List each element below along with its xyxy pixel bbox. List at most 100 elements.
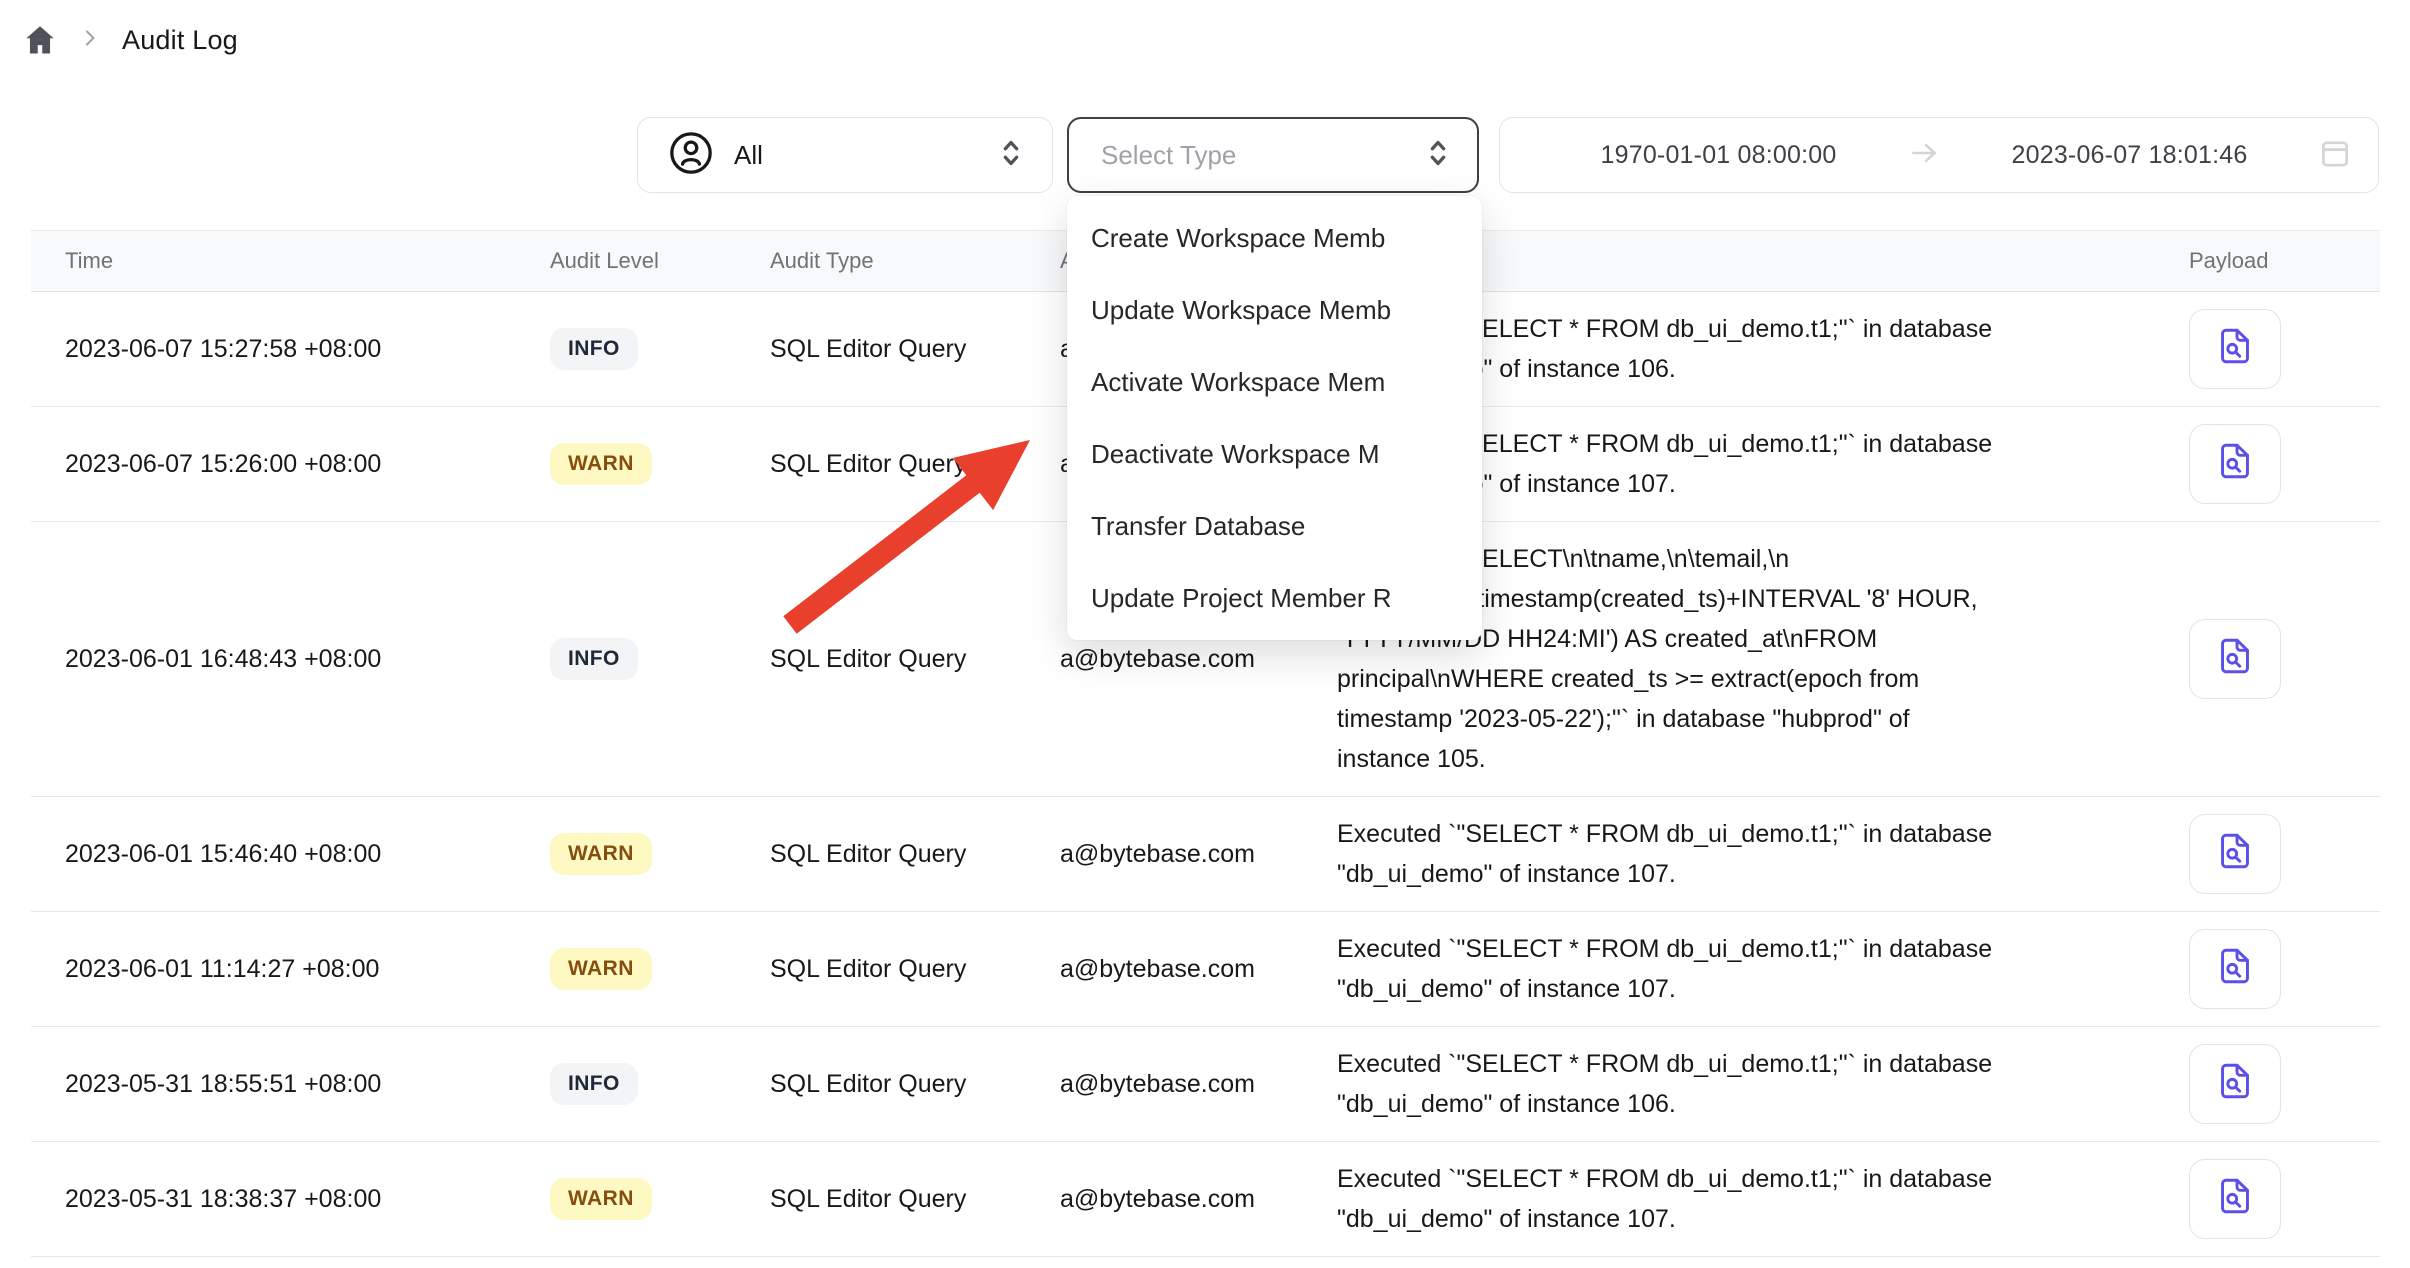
comment-line: "db_ui_demo" of instance 107. [1337,1199,2118,1239]
calendar-icon [2318,136,2352,175]
cell-actor: a@bytebase.com [1060,955,1337,984]
comment-line: Executed `"SELECT * FROM db_ui_demo.t1;"… [1337,929,2118,969]
payload-button[interactable] [2189,814,2281,894]
cell-actor: a@bytebase.com [1060,645,1337,674]
cell-audit-type: SQL Editor Query [770,840,1060,869]
file-search-icon [2213,943,2257,996]
type-option[interactable]: Transfer Database [1067,490,1482,562]
cell-actor: a@bytebase.com [1060,1070,1337,1099]
cell-audit-level: INFO [550,328,770,370]
chevron-right-icon [78,26,102,55]
cell-audit-type: SQL Editor Query [770,335,1060,364]
audit-level-badge: INFO [550,638,638,680]
file-search-icon [2213,633,2257,686]
comment-line: timestamp '2023-05-22');"` in database "… [1337,699,2118,739]
cell-comment: Executed `"SELECT * FROM db_ui_demo.t1;"… [1337,1027,2158,1141]
cell-payload [2158,929,2380,1009]
comment-line: Executed `"SELECT * FROM db_ui_demo.t1;"… [1337,1159,2118,1199]
type-option[interactable]: Deactivate Workspace M [1067,418,1482,490]
cell-audit-type: SQL Editor Query [770,1070,1060,1099]
col-header-level: Audit Level [550,248,770,274]
date-range-start[interactable]: 1970-01-01 08:00:00 [1530,141,1907,170]
cell-audit-type: SQL Editor Query [770,955,1060,984]
cell-actor: a@bytebase.com [1060,840,1337,869]
cell-audit-level: WARN [550,1178,770,1220]
table-row: 2023-06-01 15:46:40 +08:00WARN SQL Editor… [31,797,2380,912]
col-header-payload: Payload [2158,248,2380,274]
cell-actor: a@bytebase.com [1060,1185,1337,1214]
cell-payload [2158,814,2380,894]
type-option[interactable]: Create Workspace Memb [1067,202,1482,274]
type-filter-placeholder: Select Type [1101,140,1236,171]
audit-level-badge: INFO [550,1063,638,1105]
cell-audit-level: WARN [550,833,770,875]
date-range-end[interactable]: 2023-06-07 18:01:46 [1941,141,2318,170]
audit-level-badge: WARN [550,948,652,990]
audit-level-badge: INFO [550,328,638,370]
audit-level-badge: WARN [550,833,652,875]
cell-audit-level: WARN [550,948,770,990]
arrow-right-icon [1907,136,1941,175]
comment-line: Executed `"SELECT * FROM db_ui_demo.t1;"… [1337,814,2118,854]
page-title: Audit Log [122,25,238,56]
cell-payload [2158,1044,2380,1124]
comment-line: "db_ui_demo" of instance 107. [1337,854,2118,894]
comment-line: instance 105. [1337,739,2118,779]
comment-line: Executed `"SELECT * FROM db_ui_demo.t1;"… [1337,1044,2118,1084]
comment-line: principal\nWHERE created_ts >= extract(e… [1337,659,2118,699]
file-search-icon [2213,1173,2257,1226]
payload-button[interactable] [2189,1044,2281,1124]
cell-audit-level: WARN [550,443,770,485]
cell-time: 2023-05-31 18:55:51 +08:00 [31,1070,550,1099]
cell-payload [2158,309,2380,389]
type-option[interactable]: Update Workspace Memb [1067,274,1482,346]
select-arrows-icon [994,133,1028,178]
cell-payload [2158,1159,2380,1239]
payload-button[interactable] [2189,619,2281,699]
comment-line: "db_ui_demo" of instance 106. [1337,1084,2118,1124]
table-row: 2023-05-31 18:38:37 +08:00WARN SQL Editor… [31,1142,2380,1257]
type-option[interactable]: Update Project Member R [1067,562,1482,634]
table-row: 2023-06-01 11:14:27 +08:00WARN SQL Editor… [31,912,2380,1027]
payload-button[interactable] [2189,929,2281,1009]
cell-payload [2158,619,2380,699]
audit-level-badge: WARN [550,1178,652,1220]
actor-filter-value: All [734,140,763,171]
select-arrows-icon [1421,133,1455,178]
cell-audit-level: INFO [550,1063,770,1105]
filter-bar: All Select Type 1970-01-01 08:00:00 [637,117,2379,193]
col-header-time: Time [31,248,550,274]
cell-time: 2023-05-31 18:38:37 +08:00 [31,1185,550,1214]
cell-time: 2023-06-01 16:48:43 +08:00 [31,645,550,674]
cell-audit-type: SQL Editor Query [770,450,1060,479]
breadcrumb: Audit Log [22,22,238,58]
audit-log-page: Audit Log All Select Type [0,0,2410,1268]
cell-time: 2023-06-07 15:27:58 +08:00 [31,335,550,364]
payload-button[interactable] [2189,424,2281,504]
cell-time: 2023-06-07 15:26:00 +08:00 [31,450,550,479]
cell-comment: Executed `"SELECT * FROM db_ui_demo.t1;"… [1337,797,2158,911]
comment-line: "db_ui_demo" of instance 107. [1337,969,2118,1009]
col-header-type: Audit Type [770,248,1060,274]
date-range-picker[interactable]: 1970-01-01 08:00:00 2023-06-07 18:01:46 [1499,117,2379,193]
type-filter-select[interactable]: Select Type [1067,117,1479,193]
payload-button[interactable] [2189,309,2281,389]
cell-audit-type: SQL Editor Query [770,1185,1060,1214]
file-search-icon [2213,828,2257,881]
cell-time: 2023-06-01 15:46:40 +08:00 [31,840,550,869]
type-option[interactable]: Activate Workspace Mem [1067,346,1482,418]
audit-level-badge: WARN [550,443,652,485]
cell-time: 2023-06-01 11:14:27 +08:00 [31,955,550,984]
file-search-icon [2213,438,2257,491]
cell-comment: Executed `"SELECT * FROM db_ui_demo.t1;"… [1337,912,2158,1026]
home-icon[interactable] [22,22,58,58]
cell-audit-type: SQL Editor Query [770,645,1060,674]
cell-payload [2158,424,2380,504]
file-search-icon [2213,1058,2257,1111]
payload-button[interactable] [2189,1159,2281,1239]
file-search-icon [2213,323,2257,376]
user-circle-icon [668,130,714,181]
cell-comment: Executed `"SELECT * FROM db_ui_demo.t1;"… [1337,1142,2158,1256]
cell-audit-level: INFO [550,638,770,680]
actor-filter-select[interactable]: All [637,117,1053,193]
